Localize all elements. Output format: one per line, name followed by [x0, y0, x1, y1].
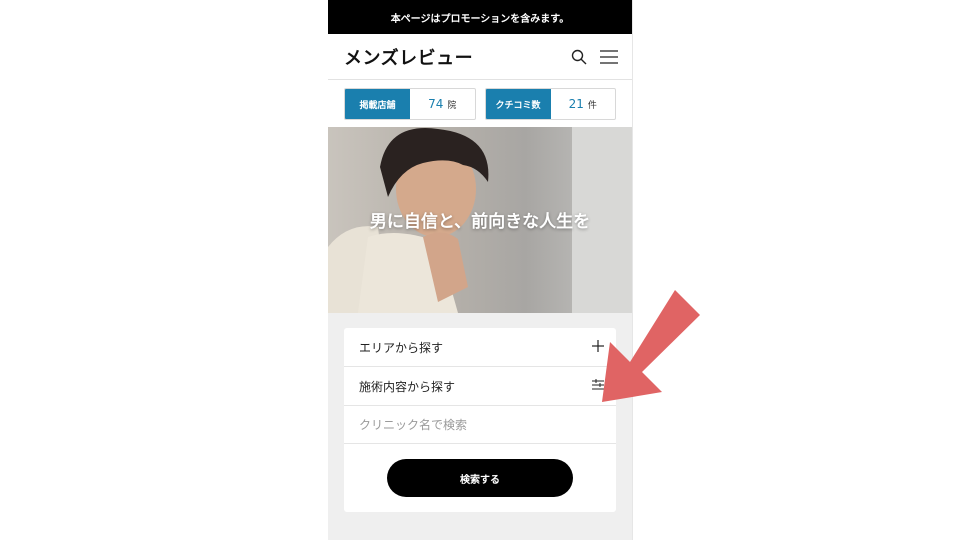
search-icon[interactable] [570, 48, 588, 66]
promo-banner: 本ページはプロモーションを含みます。 [328, 0, 632, 34]
search-by-treatment[interactable]: 施術内容から探す [344, 367, 616, 406]
menu-icon[interactable] [600, 48, 618, 66]
search-by-treatment-label: 施術内容から探す [359, 379, 456, 394]
clinic-name-search-input[interactable] [344, 406, 616, 444]
annotation-arrow-icon [602, 290, 700, 402]
search-by-area-label: エリアから探す [359, 340, 444, 355]
mobile-page: 本ページはプロモーションを含みます。 メンズレビュー 掲載店舗 74 院 クチコ… [328, 0, 633, 540]
stat-clinics: 掲載店舗 74 院 [344, 88, 476, 120]
stat-reviews-value: 21 件 [551, 89, 616, 119]
stat-reviews: クチコミ数 21 件 [484, 88, 616, 120]
stat-reviews-unit: 件 [587, 100, 597, 111]
site-header: メンズレビュー [328, 34, 632, 80]
stat-reviews-number: 21 [568, 97, 584, 111]
search-card: エリアから探す 施術内容から探す 検索する [344, 328, 616, 512]
search-button[interactable]: 検索する [387, 459, 573, 497]
stat-clinics-number: 74 [428, 97, 444, 111]
stat-clinics-label: 掲載店舗 [345, 89, 410, 119]
stat-clinics-value: 74 院 [410, 89, 475, 119]
stat-reviews-label: クチコミ数 [485, 89, 551, 119]
header-icons [570, 48, 618, 66]
site-logo[interactable]: メンズレビュー [344, 44, 473, 70]
hero-banner: 男に自信と、前向きな人生を [328, 127, 632, 313]
search-button-wrap: 検索する [344, 444, 616, 512]
stats-bar: 掲載店舗 74 院 クチコミ数 21 件 [328, 80, 632, 127]
promo-text: 本ページはプロモーションを含みます。 [390, 13, 570, 25]
hero-tagline: 男に自信と、前向きな人生を [369, 212, 591, 232]
search-by-area[interactable]: エリアから探す [344, 328, 616, 367]
stat-clinics-unit: 院 [447, 100, 457, 111]
